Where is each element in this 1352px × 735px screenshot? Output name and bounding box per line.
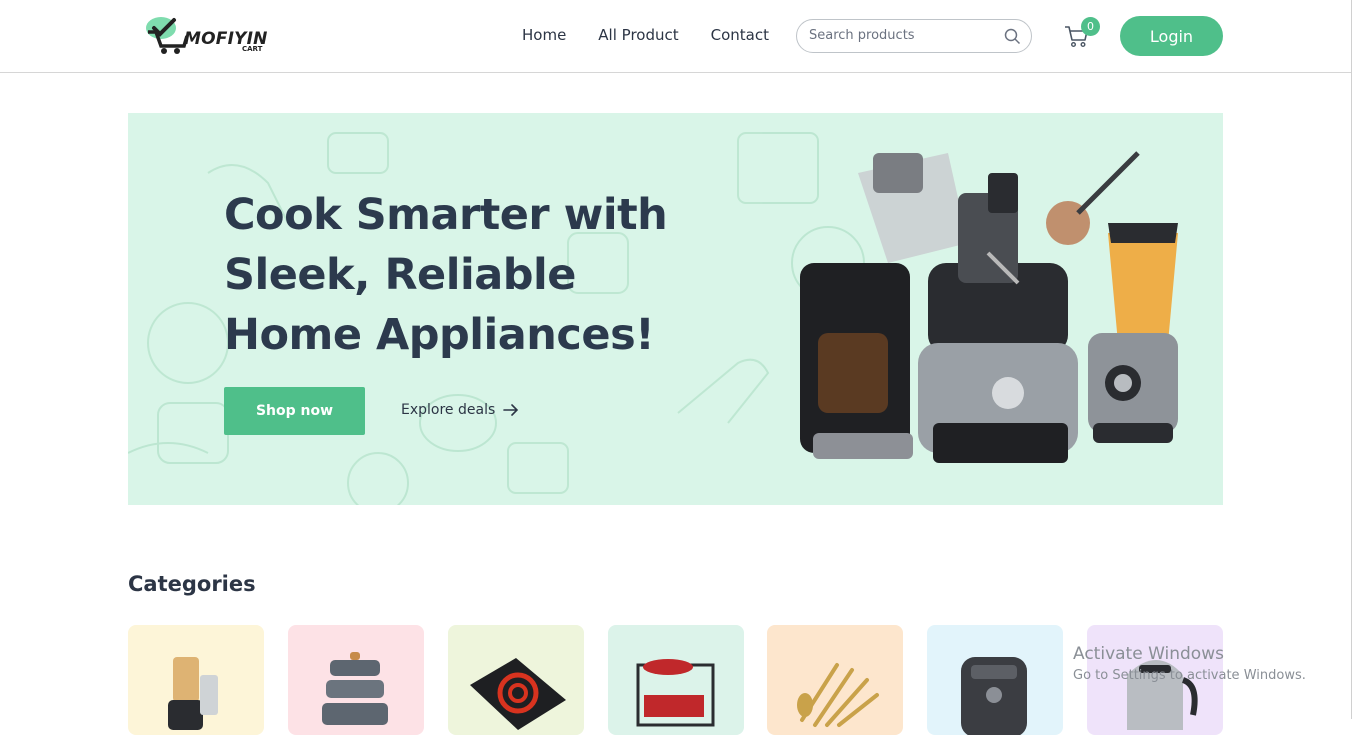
nav-contact[interactable]: Contact bbox=[711, 26, 769, 44]
search-input[interactable] bbox=[809, 28, 999, 43]
brand-sub: CART bbox=[242, 45, 263, 53]
categories-title: Categories bbox=[128, 572, 256, 596]
login-button[interactable]: Login bbox=[1120, 16, 1223, 56]
search-icon[interactable] bbox=[1004, 28, 1021, 45]
nav-home[interactable]: Home bbox=[522, 26, 566, 44]
watermark-line2: Go to Settings to activate Windows. bbox=[1073, 668, 1306, 683]
main-nav: Home All Product Contact bbox=[522, 26, 801, 44]
hero-banner: Cook Smarter with Sleek, Reliable Home A… bbox=[128, 113, 1223, 505]
explore-deals-label: Explore deals bbox=[401, 402, 496, 418]
windows-activation-watermark: Activate Windows Go to Settings to activ… bbox=[1073, 644, 1306, 683]
cart-count-badge: 0 bbox=[1081, 17, 1100, 36]
shop-now-button[interactable]: Shop now bbox=[224, 387, 365, 435]
site-header: MOFIYIN CART Home All Product Contact 0 … bbox=[0, 0, 1351, 73]
search-box bbox=[796, 19, 1032, 53]
nav-all-product[interactable]: All Product bbox=[598, 26, 678, 44]
brand-logo[interactable]: MOFIYIN CART bbox=[144, 14, 274, 56]
explore-deals-link[interactable]: Explore deals bbox=[401, 402, 519, 418]
watermark-line1: Activate Windows bbox=[1073, 644, 1224, 664]
kitchen-appliances-image bbox=[800, 151, 1178, 463]
arrow-right-icon bbox=[503, 404, 519, 416]
hero-title: Cook Smarter with Sleek, Reliable Home A… bbox=[224, 190, 668, 360]
